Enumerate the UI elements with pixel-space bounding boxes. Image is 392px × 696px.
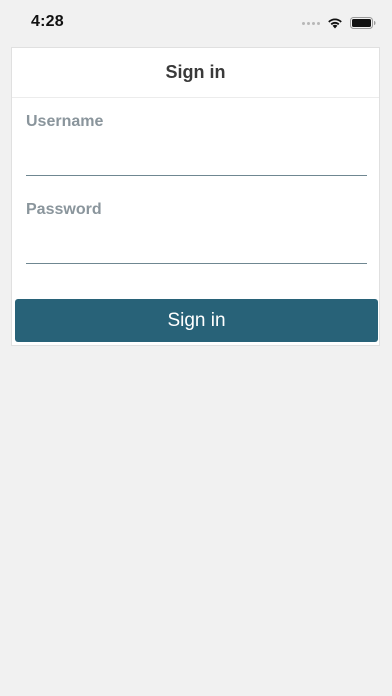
signin-button[interactable]: Sign in [15, 299, 378, 342]
status-bar: 4:28 [0, 0, 392, 44]
battery-icon [350, 17, 376, 29]
status-icons [302, 15, 376, 31]
username-label: Username [26, 113, 104, 130]
card-title: Sign in [12, 48, 379, 98]
cellular-signal-icon [302, 21, 320, 25]
status-time: 4:28 [31, 13, 64, 30]
wifi-icon [328, 18, 342, 29]
signin-card: Sign in Username Password Sign in [11, 47, 380, 346]
password-input[interactable] [26, 237, 367, 264]
password-label: Password [26, 201, 102, 218]
username-input[interactable] [26, 149, 367, 176]
